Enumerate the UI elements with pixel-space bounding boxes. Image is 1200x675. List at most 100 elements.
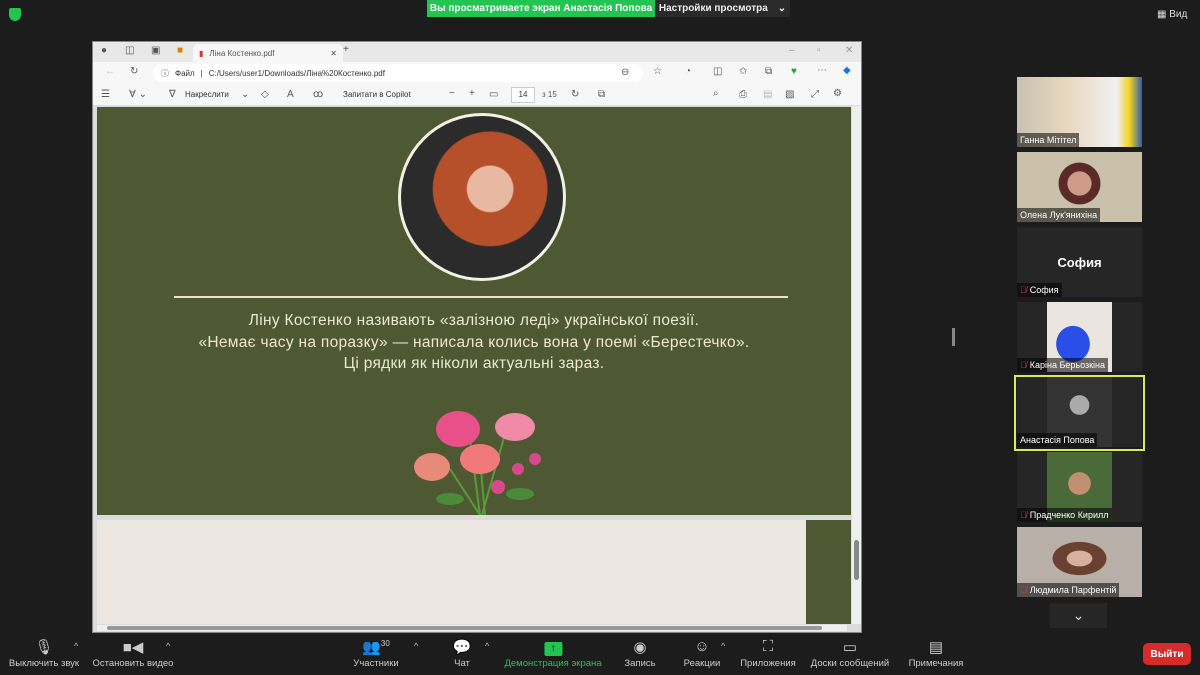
vertical-scrollbar[interactable] (852, 106, 861, 624)
copilot-icon[interactable]: ◆ (843, 65, 851, 76)
rotate-icon[interactable]: ↻ (571, 89, 579, 100)
video-options-chevron-icon[interactable]: ^ (166, 641, 170, 651)
participant-tile[interactable]: 🎙̸ Прадченко Кирилл (1017, 452, 1142, 522)
share-screen-button[interactable]: ↑ Демонстрация экрана (504, 638, 602, 669)
record-button[interactable]: ◉ Запись (624, 638, 655, 669)
participants-button[interactable]: 👥30 Участники (353, 638, 398, 669)
reactions-chevron-icon[interactable]: ^ (721, 641, 725, 651)
zoom-in-icon[interactable]: + (469, 88, 475, 99)
participant-tile[interactable]: 🎙̸ Каріна Берьозкіна (1017, 302, 1142, 372)
ask-copilot-button[interactable]: Запитати в Copilot (343, 90, 411, 99)
translate-icon[interactable]: ꝏ (313, 89, 323, 100)
participants-chevron-icon[interactable]: ^ (414, 641, 418, 651)
participant-tile[interactable]: Ганна Мітітел (1017, 77, 1142, 147)
address-bar: ← ↻ ⓘ Файл | C:/Users/user1/Downloads/Ліна%… (93, 62, 861, 84)
tab-actions-icon[interactable]: ▣ (151, 45, 160, 56)
url-scheme-label: Файл (175, 68, 195, 78)
folder-icon[interactable]: ■ (177, 45, 183, 56)
participant-tile[interactable]: София 🎙̸ София (1017, 227, 1142, 297)
tab-bar: ● ◫ ▣ ■ ▮ Ліна Костенко.pdf ✕ + – ▫ ✕ (93, 42, 861, 62)
zoom-icon[interactable]: ⊖ (621, 67, 629, 78)
pdf-page: Ліну Костенко називають «залізною леді» … (97, 107, 851, 515)
read-aloud-icon[interactable]: A (287, 89, 294, 100)
stop-video-button[interactable]: ■◀ Остановить видео (93, 638, 174, 669)
view-settings-label: Настройки просмотра (658, 3, 768, 14)
audio-options-chevron-icon[interactable]: ^ (74, 641, 78, 651)
notes-button[interactable]: ▤ Примечания (909, 638, 964, 669)
portrait-photo (398, 113, 566, 281)
whiteboards-label: Доски сообщений (810, 658, 890, 669)
back-icon[interactable]: ← (105, 66, 115, 77)
participant-name: 🎙̸ Людмила Парфентій (1017, 583, 1120, 597)
save-icon[interactable]: ▤ (763, 89, 772, 100)
fullscreen-icon[interactable]: ⤢ (811, 89, 819, 100)
draw-dropdown-icon[interactable]: ⌄ (241, 89, 249, 100)
contents-icon[interactable]: ☰ (101, 89, 110, 100)
info-icon: ⓘ (161, 68, 169, 78)
extension-icon[interactable]: ◔ (685, 66, 691, 77)
favorite-icon[interactable]: ☆ (653, 66, 662, 77)
participant-tile[interactable]: 🎙̸ Людмила Парфентій (1017, 527, 1142, 597)
scrollbar-thumb[interactable] (107, 626, 822, 630)
zoom-out-icon[interactable]: − (449, 88, 455, 99)
url-input[interactable]: ⓘ Файл | C:/Users/user1/Downloads/Ліна%20Ко… (153, 64, 643, 82)
split-screen-icon[interactable]: ◫ (713, 66, 722, 77)
apps-button[interactable]: ⛶ Приложения (740, 638, 796, 669)
minimize-icon[interactable]: – (789, 45, 795, 56)
fit-page-icon[interactable]: ▭ (489, 89, 498, 100)
leave-button[interactable]: Выйти (1143, 643, 1191, 665)
favorites-bar-icon[interactable]: ✩ (739, 66, 747, 77)
scrollbar-thumb[interactable] (854, 540, 859, 580)
more-icon[interactable]: ⋯ (817, 65, 827, 76)
page-number-input[interactable]: 14 (511, 87, 535, 103)
mute-label: Выключить звук (8, 658, 80, 669)
record-icon: ◉ (633, 639, 647, 656)
tab-pdf[interactable]: ▮ Ліна Костенко.pdf ✕ (193, 44, 343, 62)
settings-icon[interactable]: ⚙ (833, 88, 842, 99)
print-icon[interactable]: ⎙ (739, 89, 747, 100)
participant-name: 🎙̸ Прадченко Кирилл (1017, 508, 1112, 522)
chat-chevron-icon[interactable]: ^ (485, 641, 489, 651)
highlight-icon[interactable]: ∀ ⌄ (129, 89, 147, 100)
draw-icon[interactable]: ∇ (169, 89, 176, 100)
view-button[interactable]: ▦ Вид (1157, 9, 1187, 20)
view-settings-button[interactable]: Настройки просмотра ⌄ (655, 0, 790, 17)
panel-resize-handle[interactable] (952, 328, 955, 346)
participants-icon: 👥30 (362, 639, 390, 656)
search-icon[interactable]: ⌕ (713, 88, 719, 99)
sharing-banner: Вы просматриваете экран Анастасія Попова (427, 0, 655, 17)
mute-button[interactable]: 🎙 Выключить звук (9, 638, 79, 669)
encryption-shield-icon[interactable] (9, 8, 21, 21)
pdf-viewport[interactable]: Ліну Костенко називають «залізною леді» … (93, 106, 861, 632)
new-tab-icon[interactable]: + (343, 44, 349, 55)
close-tab-icon[interactable]: ✕ (330, 49, 337, 58)
save-as-icon[interactable]: ▧ (785, 89, 794, 100)
muted-mic-icon: 🎙̸ (1020, 510, 1027, 520)
browser-essentials-icon[interactable]: ♥ (791, 66, 797, 77)
workspaces-icon[interactable]: ◫ (125, 45, 134, 56)
participant-name: Олена Лук'янихіна (1017, 208, 1101, 222)
sharing-text: Вы просматриваете экран Анастасія Попова (429, 3, 653, 14)
draw-button[interactable]: Накреслити (185, 90, 229, 99)
participant-tile[interactable]: Олена Лук'янихіна (1017, 152, 1142, 222)
horizontal-scrollbar[interactable] (97, 625, 847, 631)
restore-icon[interactable]: ▫ (817, 45, 821, 56)
collections-icon[interactable]: ⧉ (765, 66, 772, 77)
reactions-button[interactable]: ☺ Реакции (684, 638, 721, 669)
whiteboards-button[interactable]: ▭ Доски сообщений (811, 638, 889, 669)
shared-browser-window: ● ◫ ▣ ■ ▮ Ліна Костенко.pdf ✕ + – ▫ ✕ ← ↻ … (92, 41, 862, 633)
pdf-icon: ▮ (199, 48, 204, 58)
chat-button[interactable]: 💬 Чат (453, 638, 472, 669)
participants-label: Участники (353, 658, 399, 669)
refresh-icon[interactable]: ↻ (130, 66, 138, 77)
profile-icon[interactable]: ● (101, 45, 107, 56)
chevron-down-icon: ⌄ (777, 3, 787, 14)
page-view-icon[interactable]: ⧉ (598, 89, 605, 100)
eraser-icon[interactable]: ◇ (261, 89, 269, 100)
video-label: Остановить видео (92, 658, 174, 669)
close-window-icon[interactable]: ✕ (845, 45, 853, 56)
apps-label: Приложения (740, 658, 796, 669)
notes-icon: ▤ (928, 639, 944, 656)
participant-name: 🎙̸ Каріна Берьозкіна (1017, 358, 1109, 372)
more-participants-chevron-icon[interactable]: ⌄ (1050, 603, 1107, 628)
